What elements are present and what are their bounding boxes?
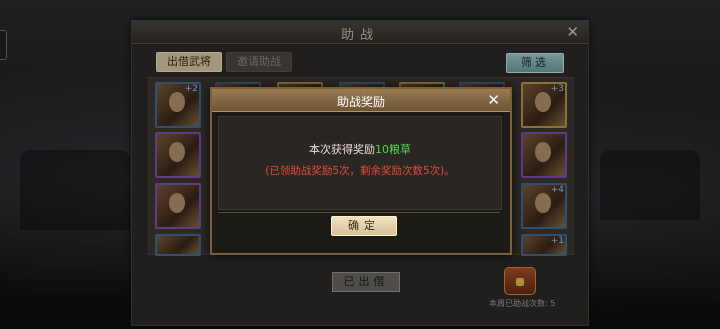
popup-title: 助战奖励 [336,95,385,109]
reward-message: 本次获得奖励10粮草 [219,141,501,157]
popup-header: 助战奖励 ✕ [212,89,510,112]
reward-message-prefix: 本次获得奖励 [309,143,375,156]
popup-message-area: 本次获得奖励10粮草 (已领助战奖励5次，剩余奖励次数5次)。 [218,116,502,210]
reward-amount: 10粮草 [375,143,411,156]
divider [218,212,500,213]
confirm-button[interactable]: 确定 [331,216,397,236]
reward-popup: 助战奖励 ✕ 本次获得奖励10粮草 (已领助战奖励5次，剩余奖励次数5次)。 确… [210,87,512,255]
reward-limit-note: (已领助战奖励5次，剩余奖励次数5次)。 [265,165,455,177]
close-icon[interactable]: ✕ [487,91,500,109]
